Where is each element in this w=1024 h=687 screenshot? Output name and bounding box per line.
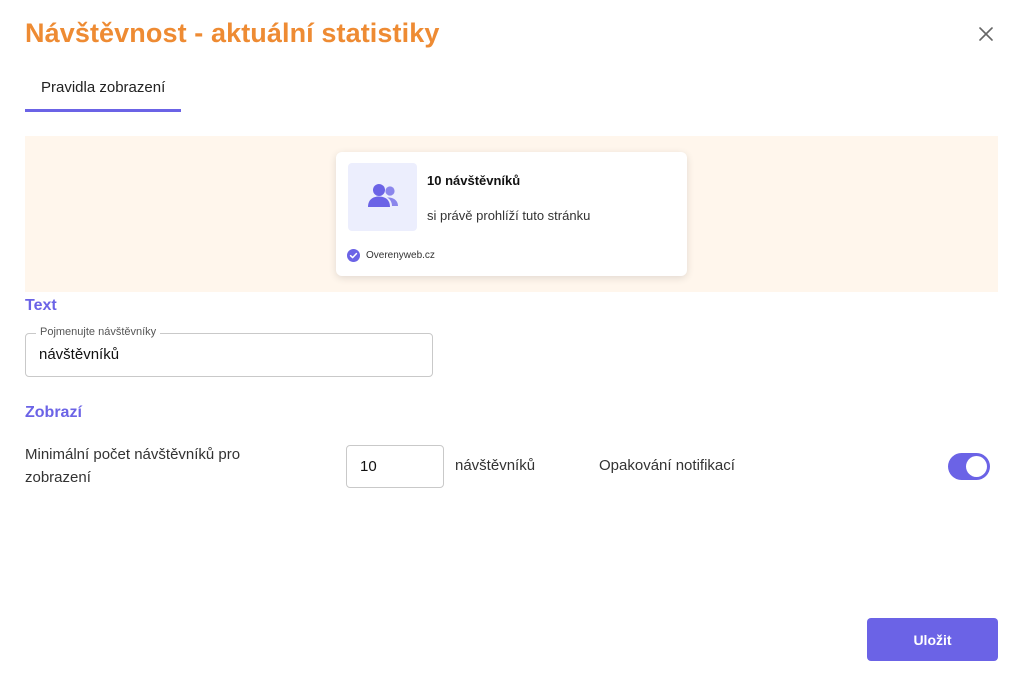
section-title-text: Text	[25, 297, 57, 314]
users-icon	[367, 184, 398, 207]
notification-preview: 10 návštěvníků si právě prohlíží tuto st…	[25, 136, 998, 292]
toggle-knob	[966, 456, 987, 477]
card-footer: Overenyweb.cz	[347, 249, 435, 262]
min-visitors-unit: návštěvníků	[455, 457, 536, 474]
close-icon	[979, 27, 993, 41]
repeat-notifications-toggle[interactable]	[948, 453, 990, 480]
card-icon-box	[348, 163, 417, 231]
visitor-name-input[interactable]	[39, 343, 419, 365]
notification-card: 10 návštěvníků si právě prohlíží tuto st…	[336, 152, 687, 276]
min-visitors-input[interactable]	[346, 445, 444, 488]
section-title-display: Zobrazí	[25, 404, 82, 421]
brand-text: Overenyweb.cz	[366, 250, 435, 261]
tab-display-rules[interactable]: Pravidla zobrazení	[25, 70, 182, 112]
visitor-count: 10 návštěvníků	[427, 173, 521, 188]
modal-title: Návštěvnost - aktuální statistiky	[25, 18, 440, 48]
modal: Návštěvnost - aktuální statistiky Pravid…	[0, 0, 1024, 687]
visitor-name-field: Pojmenujte návštěvníky	[25, 326, 433, 377]
repeat-notifications-label: Opakování notifikací	[599, 457, 735, 474]
visitor-name-legend: Pojmenujte návštěvníky	[36, 326, 161, 338]
visitor-subtitle: si právě prohlíží tuto stránku	[427, 208, 591, 223]
check-circle-icon	[347, 249, 360, 262]
save-button[interactable]: Uložit	[867, 618, 998, 661]
tab-bar: Pravidla zobrazení	[25, 70, 182, 112]
close-button[interactable]	[974, 22, 998, 46]
min-visitors-label: Minimální počet návštěvníků pro zobrazen…	[25, 446, 241, 486]
